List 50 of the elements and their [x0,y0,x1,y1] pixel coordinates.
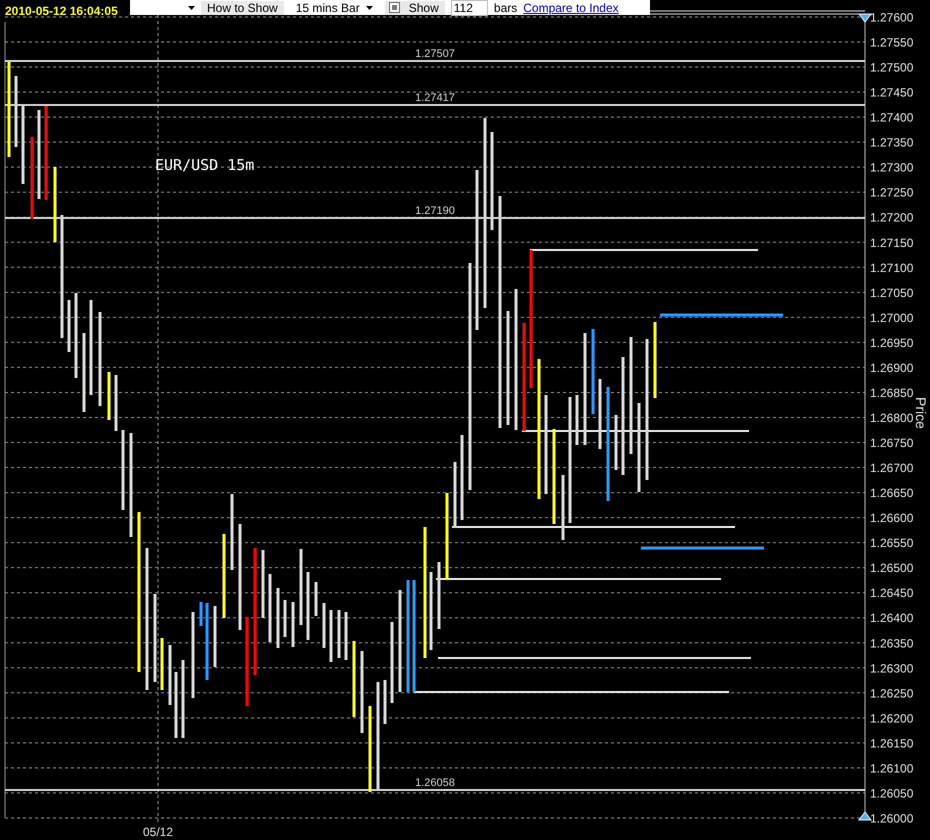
price-tick-label: 1.26450 [870,586,914,600]
price-tick-label: 1.27200 [870,210,914,225]
price-tick-label: 1.26200 [870,711,914,726]
price-tick-label: 1.26800 [870,410,914,425]
level-label: 1.26058 [415,777,455,789]
price-tick-label: 1.26550 [870,536,914,550]
price-tick-label: 1.27400 [870,110,914,125]
price-tick-label: 1.27100 [870,260,914,275]
price-tick-label: 1.26350 [870,636,914,650]
price-tick-label: 1.27350 [870,136,914,150]
price-tick-label: 1.26700 [870,461,914,476]
triangle-up-icon[interactable] [858,811,872,820]
price-tick-label: 1.26650 [870,486,914,500]
price-tick-label: 1.26300 [870,661,914,676]
bar-count-field[interactable]: 112 [450,0,488,16]
level-label: 1.27190 [415,205,455,217]
caret-icon [366,6,373,10]
price-tick-label: 1.27300 [870,160,914,175]
price-tick-label: 1.26850 [870,386,914,400]
price-tick-label: 1.26950 [870,336,914,350]
price-tick-label: 1.26600 [870,511,914,526]
level-label: 1.27507 [415,48,455,60]
triangle-down-icon[interactable] [858,14,872,23]
price-tick-label: 1.27050 [870,286,914,300]
price-tick-label: 1.27550 [870,36,914,50]
price-tick-label: 1.26150 [870,736,914,750]
price-tick-label: 1.27000 [870,310,914,325]
price-tick-label: 1.27150 [870,236,914,250]
timestamp: 2010-05-12 16:04:05 [5,4,118,18]
price-tick-label: 1.26100 [870,761,914,776]
price-tick-label: 1.27500 [870,60,914,75]
show-as-label: How to Show [201,0,284,14]
compare-link[interactable]: Compare to Index [523,0,619,14]
price-tick-label: 1.27250 [870,186,914,200]
price-tick-label: 1.26750 [870,436,914,450]
caret-icon[interactable] [188,6,195,10]
price-tick-label: 1.26400 [870,611,914,626]
level-label: 1.27417 [415,92,455,104]
bars-label: bars [494,0,518,14]
price-tick-label: 1.26250 [870,686,914,700]
price-tick-label: 1.27600 [870,10,914,24]
axis-title: Price [913,397,929,429]
show-checkbox[interactable] [388,2,400,13]
chart-title: EUR/USD 15m [155,156,254,174]
price-tick-label: 1.26500 [870,561,914,576]
price-tick-label: 1.27450 [870,86,914,100]
price-tick-label: 1.26900 [870,360,914,375]
price-tick-label: 1.26050 [870,786,914,800]
date-tick-label: 05/12 [142,825,174,839]
price-tick-label: 1.26000 [870,811,914,826]
